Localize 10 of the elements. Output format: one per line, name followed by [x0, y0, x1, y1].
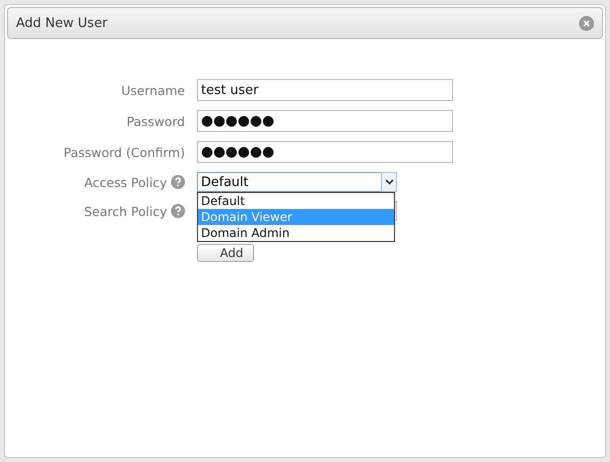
field-label: Search Policy [84, 204, 167, 218]
password-field[interactable]: ●●●●●● [197, 141, 453, 163]
dialog-title: Add New User [16, 16, 108, 30]
field-label: Access Policy [84, 174, 167, 190]
password-field[interactable]: ●●●●●● [197, 110, 453, 132]
input-field[interactable]: test user [197, 79, 453, 101]
field-label: Username [121, 82, 185, 98]
add-button[interactable]: Add [197, 244, 254, 262]
field-label: Password (Confirm) [64, 144, 185, 160]
field-label: Password [126, 114, 185, 128]
